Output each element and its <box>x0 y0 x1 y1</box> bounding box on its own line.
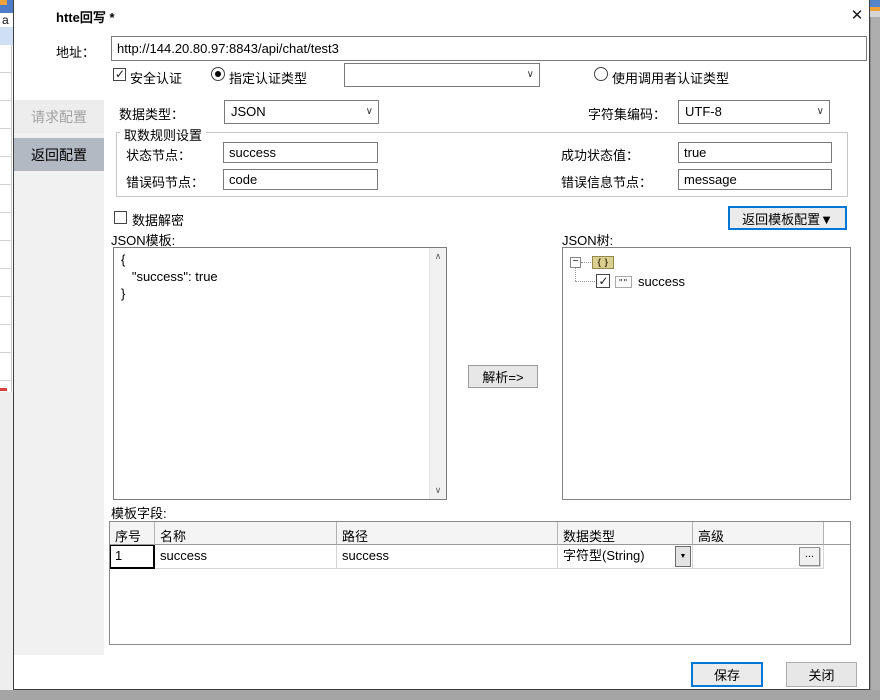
save-button-label: 保存 <box>714 665 740 684</box>
success-value-label: 成功状态值： <box>561 145 639 164</box>
data-type-value: JSON <box>231 101 266 122</box>
parse-button[interactable]: 解析=> <box>468 365 538 388</box>
close-button[interactable]: ✕ <box>842 2 872 28</box>
column-header-filler <box>824 522 850 545</box>
chevron-down-icon: ∨ <box>817 101 824 122</box>
sidebar-item-label: 请求配置 <box>31 107 87 127</box>
column-header-no[interactable]: 序号 <box>110 522 155 545</box>
auth-type-select[interactable]: ∨ <box>344 63 540 87</box>
string-type-icon: "" <box>615 276 632 288</box>
error-msg-node-input[interactable] <box>678 169 832 190</box>
backdrop-left: a <box>0 0 13 700</box>
ellipsis-icon: ... <box>805 551 814 557</box>
tree-collapse-icon: − <box>571 258 580 266</box>
column-header-advanced[interactable]: 高级 <box>693 522 824 545</box>
tree-expander[interactable]: − <box>570 257 581 268</box>
table-header-row: 序号 名称 路径 数据类型 高级 <box>110 522 850 545</box>
error-code-node-input[interactable] <box>223 169 378 190</box>
cell-filler <box>824 545 850 569</box>
object-braces-glyph: { } <box>597 257 608 267</box>
backdrop-blue-bar <box>0 5 13 13</box>
dialog-close-button[interactable]: 关闭 <box>786 662 857 687</box>
backdrop-red-mark <box>0 388 7 391</box>
caller-auth-radio[interactable] <box>594 67 608 81</box>
cell-datatype[interactable]: 字符型(String) ▼ <box>558 545 693 569</box>
cell-path[interactable]: success <box>337 545 558 569</box>
parse-button-label: 解析=> <box>482 367 523 386</box>
tree-node-checkbox[interactable]: ✓ <box>596 274 610 288</box>
close-icon: ✕ <box>851 6 864 24</box>
backdrop-text-row: a <box>0 13 13 27</box>
table-row: 1 success success 字符型(String) ▼ ... <box>110 545 850 569</box>
error-msg-node-label: 错误信息节点： <box>561 172 652 191</box>
json-tree-panel[interactable]: − { } ✓ "" success <box>562 247 851 500</box>
secure-auth-label: 安全认证 <box>130 68 182 87</box>
address-label: 地址： <box>56 42 95 61</box>
decrypt-checkbox[interactable] <box>114 211 127 224</box>
charset-label: 字符集编码： <box>588 104 666 123</box>
address-input[interactable] <box>111 36 867 61</box>
tree-connector <box>575 268 576 281</box>
backdrop-bottom <box>0 690 880 700</box>
sidebar: 请求配置 返回配置 <box>14 100 104 655</box>
sidebar-item-request-config[interactable]: 请求配置 <box>14 100 104 133</box>
chevron-down-icon: ∨ <box>527 64 534 85</box>
backdrop-gray-area <box>0 392 13 690</box>
json-object-icon: { } <box>592 256 614 269</box>
template-fields-label: 模板字段: <box>111 503 167 522</box>
save-button[interactable]: 保存 <box>691 662 763 687</box>
tree-connector <box>581 262 591 263</box>
dialog: htte回写 * ✕ 地址： ✓ 安全认证 指定认证类型 ∨ 使用调用者认证类型… <box>13 0 870 690</box>
charset-select[interactable]: UTF-8 ∨ <box>678 100 830 124</box>
close-button-label: 关闭 <box>808 665 834 684</box>
field-type-dropdown-button[interactable]: ▼ <box>675 546 691 567</box>
data-type-select[interactable]: JSON ∨ <box>224 100 379 124</box>
template-config-button[interactable]: 返回模板配置▼ <box>728 206 847 230</box>
secure-auth-checkbox[interactable]: ✓ <box>113 68 126 81</box>
template-fields-table: 序号 名称 路径 数据类型 高级 1 success success 字符型(S… <box>109 521 851 645</box>
cell-datatype-value: 字符型(String) <box>563 548 645 563</box>
scroll-down-icon[interactable]: ∨ <box>430 482 446 499</box>
chevron-down-icon: ∨ <box>366 101 373 122</box>
template-config-button-label: 返回模板配置▼ <box>742 209 833 228</box>
specify-auth-label: 指定认证类型 <box>229 68 307 87</box>
tree-connector <box>575 281 595 282</box>
sidebar-item-response-config[interactable]: 返回配置 <box>14 138 104 171</box>
dialog-title: htte回写 * <box>56 7 115 26</box>
backdrop-grid-vline <box>11 45 12 392</box>
checkmark-icon: ✓ <box>114 67 126 81</box>
data-type-label: 数据类型： <box>119 104 184 123</box>
cell-name[interactable]: success <box>155 545 337 569</box>
rules-group-title: 取数规则设置 <box>120 125 206 144</box>
json-template-scrollbar[interactable]: ∧ ∨ <box>429 248 446 499</box>
decrypt-label: 数据解密 <box>132 210 184 229</box>
backdrop-text: a <box>2 13 9 27</box>
json-template-content[interactable]: { "success": true } <box>114 248 429 499</box>
sidebar-item-label: 返回配置 <box>31 145 87 165</box>
backdrop-right-silver <box>870 17 880 700</box>
status-node-input[interactable] <box>223 142 378 163</box>
caller-auth-label: 使用调用者认证类型 <box>612 68 729 87</box>
tree-node-label[interactable]: success <box>638 274 685 289</box>
backdrop-right <box>870 0 880 700</box>
dropdown-arrow-icon: ▼ <box>680 546 687 568</box>
json-template-editor[interactable]: { "success": true } ∧ ∨ <box>113 247 447 500</box>
column-header-name[interactable]: 名称 <box>155 522 337 545</box>
charset-value: UTF-8 <box>685 101 722 122</box>
column-header-datatype[interactable]: 数据类型 <box>558 522 693 545</box>
radio-dot <box>215 71 221 77</box>
specify-auth-radio[interactable] <box>211 67 225 81</box>
column-header-path[interactable]: 路径 <box>337 522 558 545</box>
backdrop-selected-row <box>0 27 13 45</box>
cell-no[interactable]: 1 <box>110 545 155 569</box>
success-value-input[interactable] <box>678 142 832 163</box>
backdrop-grid <box>0 45 11 392</box>
advanced-ellipsis-button[interactable]: ... <box>799 547 820 566</box>
string-quotes-glyph: "" <box>619 278 628 289</box>
status-node-label: 状态节点： <box>126 145 191 164</box>
scroll-up-icon[interactable]: ∧ <box>430 248 446 265</box>
cell-advanced[interactable]: ... <box>693 545 824 569</box>
checkmark-icon: ✓ <box>597 274 610 288</box>
error-code-node-label: 错误码节点： <box>126 172 204 191</box>
